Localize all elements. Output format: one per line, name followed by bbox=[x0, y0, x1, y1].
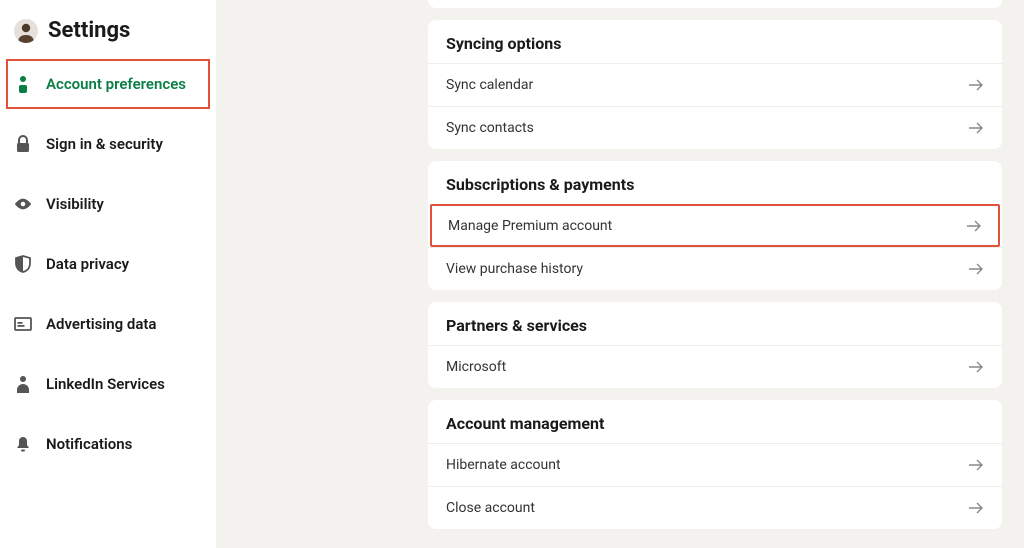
arrow-right-icon bbox=[968, 501, 984, 515]
section-title: Subscriptions & payments bbox=[428, 161, 1002, 204]
avatar[interactable] bbox=[14, 19, 38, 43]
card-stub bbox=[428, 0, 1002, 8]
person-icon bbox=[14, 375, 32, 393]
row-label: Microsoft bbox=[446, 359, 506, 375]
sidebar-item-data-privacy[interactable]: Data privacy bbox=[0, 241, 216, 287]
lock-icon bbox=[14, 135, 32, 153]
arrow-right-icon bbox=[968, 360, 984, 374]
row-manage-premium-account[interactable]: Manage Premium account bbox=[430, 204, 1000, 247]
row-hibernate-account[interactable]: Hibernate account bbox=[428, 443, 1002, 486]
sidebar-item-label: Sign in & security bbox=[46, 135, 163, 153]
sidebar-item-label: Data privacy bbox=[46, 255, 129, 273]
eye-icon bbox=[14, 195, 32, 213]
arrow-right-icon bbox=[968, 121, 984, 135]
sidebar-item-notifications[interactable]: Notifications bbox=[0, 421, 216, 467]
sidebar: Settings Account preferences Sign in & s… bbox=[0, 0, 216, 548]
sidebar-item-advertising-data[interactable]: Advertising data bbox=[0, 301, 216, 347]
sidebar-item-account-preferences[interactable]: Account preferences bbox=[8, 61, 208, 107]
row-label: Hibernate account bbox=[446, 457, 561, 473]
settings-header: Settings bbox=[0, 18, 216, 61]
sidebar-item-label: Notifications bbox=[46, 435, 132, 453]
row-label: Sync calendar bbox=[446, 77, 533, 93]
row-label: Manage Premium account bbox=[448, 218, 612, 234]
sidebar-item-label: Account preferences bbox=[46, 75, 186, 93]
card-partners-services: Partners & services Microsoft bbox=[428, 302, 1002, 388]
user-icon bbox=[14, 75, 32, 93]
row-label: Close account bbox=[446, 500, 535, 516]
sidebar-item-sign-in-security[interactable]: Sign in & security bbox=[0, 121, 216, 167]
row-sync-calendar[interactable]: Sync calendar bbox=[428, 63, 1002, 106]
sidebar-item-label: Visibility bbox=[46, 195, 104, 213]
section-title: Partners & services bbox=[428, 302, 1002, 345]
section-title: Account management bbox=[428, 400, 1002, 443]
sidebar-item-label: LinkedIn Services bbox=[46, 375, 165, 393]
arrow-right-icon bbox=[968, 458, 984, 472]
card-account-management: Account management Hibernate account Clo… bbox=[428, 400, 1002, 529]
arrow-right-icon bbox=[966, 219, 982, 233]
row-label: View purchase history bbox=[446, 261, 583, 277]
shield-icon bbox=[14, 255, 32, 273]
section-title: Syncing options bbox=[428, 20, 1002, 63]
row-label: Sync contacts bbox=[446, 120, 534, 136]
row-microsoft[interactable]: Microsoft bbox=[428, 345, 1002, 388]
ad-icon bbox=[14, 315, 32, 333]
page-title: Settings bbox=[48, 18, 130, 43]
row-sync-contacts[interactable]: Sync contacts bbox=[428, 106, 1002, 149]
arrow-right-icon bbox=[968, 78, 984, 92]
bell-icon bbox=[14, 435, 32, 453]
row-view-purchase-history[interactable]: View purchase history bbox=[428, 247, 1002, 290]
sidebar-item-linkedin-services[interactable]: LinkedIn Services bbox=[0, 361, 216, 407]
card-syncing-options: Syncing options Sync calendar Sync conta… bbox=[428, 20, 1002, 149]
arrow-right-icon bbox=[968, 262, 984, 276]
sidebar-item-label: Advertising data bbox=[46, 315, 157, 333]
main-content: Syncing options Sync calendar Sync conta… bbox=[216, 0, 1024, 548]
card-subscriptions-payments: Subscriptions & payments Manage Premium … bbox=[428, 161, 1002, 290]
row-close-account[interactable]: Close account bbox=[428, 486, 1002, 529]
sidebar-item-visibility[interactable]: Visibility bbox=[0, 181, 216, 227]
user-avatar-icon bbox=[16, 21, 36, 43]
